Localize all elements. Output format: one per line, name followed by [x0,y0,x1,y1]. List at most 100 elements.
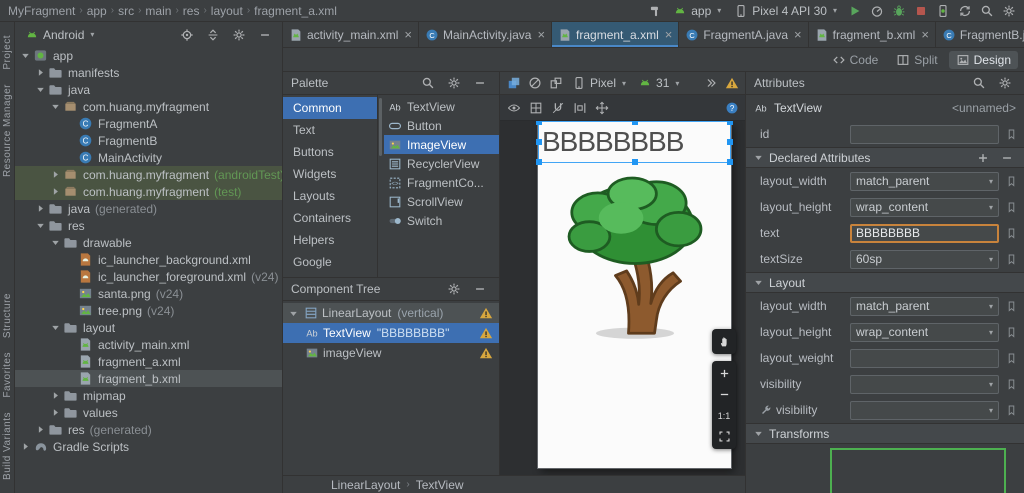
pick-resource-icon[interactable] [1005,175,1018,188]
search-everywhere-button[interactable] [977,2,996,20]
palette-scrollbar[interactable] [379,98,382,156]
palette-category-containers[interactable]: Containers [283,207,377,229]
project-tree-item[interactable]: tree.png (v24) [15,302,282,319]
chevron-right-icon[interactable] [49,389,62,402]
chevron-down-icon[interactable] [49,236,62,249]
component-tree-item-imageview[interactable]: imageView [283,343,499,363]
attribute-field-textsize[interactable]: 60sp ▾ [850,249,999,269]
build-button[interactable] [646,2,665,20]
palette-item-fragmentco[interactable]: <> FragmentCo... [384,173,499,192]
editor-tab-fragment-a-xml[interactable]: fragment_a.xml × [552,22,680,47]
palette-category-common[interactable]: Common [283,97,377,119]
chevron-down-icon[interactable] [19,49,32,62]
device-screen[interactable]: BBBBBBBB [536,121,733,468]
editor-breadcrumb-textview[interactable]: TextView [416,478,464,492]
project-tree-item[interactable]: santa.png (v24) [15,285,282,302]
attributes-search-button[interactable] [969,74,988,92]
section-header-declared-attributes[interactable]: Declared Attributes [746,147,1024,168]
close-tab-icon[interactable]: × [404,28,412,41]
palette-category-helpers[interactable]: Helpers [283,229,377,251]
palette-item-button[interactable]: Button [384,116,499,135]
chevron-right-icon[interactable] [34,202,47,215]
palette-category-google[interactable]: Google [283,251,377,273]
sync-project-button[interactable] [955,2,974,20]
selection-handle-se[interactable] [727,159,733,165]
breadcrumb-item[interactable]: res [181,4,202,18]
component-tree-options-button[interactable] [444,280,463,298]
run-config-selector[interactable]: app ▾ [668,1,726,20]
tool-window-button-build-variants[interactable]: Build Variants [2,412,13,480]
attribute-field-layout-weight[interactable] [850,348,999,368]
chevron-down-icon[interactable] [287,307,300,320]
view-mode-code[interactable]: Code [825,51,886,69]
project-tree-item[interactable]: C MainActivity [15,149,282,166]
palette-options-button[interactable] [444,74,463,92]
project-tree-item[interactable]: activity_main.xml [15,336,282,353]
attribute-field-layout-width[interactable]: match_parent ▾ [850,296,999,316]
canvas-imageview-tree[interactable] [556,173,714,341]
breadcrumb-item[interactable]: fragment_a.xml [252,4,339,18]
palette-category-layouts[interactable]: Layouts [283,185,377,207]
editor-tab-fragment-b-xml[interactable]: fragment_b.xml × [809,22,936,47]
editor-tab-activity-main-xml[interactable]: activity_main.xml × [283,22,419,47]
project-tree-item[interactable]: layout [15,319,282,336]
editor-tab-mainactivity-java[interactable]: C MainActivity.java × [419,22,553,47]
close-tab-icon[interactable]: × [921,28,929,41]
breadcrumb-item[interactable]: app [85,4,109,18]
chevron-right-icon[interactable] [49,185,62,198]
toolbar-overflow-button[interactable] [701,74,720,92]
design-mode-button[interactable] [504,74,523,92]
project-tree-item[interactable]: com.huang.myfragment (androidTest) [15,166,282,183]
stop-button[interactable] [911,2,930,20]
section-header-transforms[interactable]: Transforms [746,423,1024,444]
hide-project-panel-button[interactable] [255,26,274,44]
tool-window-button-favorites[interactable]: Favorites [2,352,13,398]
component-tree-item-textview[interactable]: Ab TextView "BBBBBBBB" [283,323,499,343]
project-tree-item[interactable]: ic_launcher_foreground.xml (v24) [15,268,282,285]
project-tree-item[interactable]: com.huang.myfragment [15,98,282,115]
breadcrumb-item[interactable]: src [116,4,136,18]
tool-window-button-structure[interactable]: Structure [2,293,13,338]
attribute-field-layout-height[interactable]: wrap_content ▾ [850,197,999,217]
component-tree-minimize-button[interactable] [470,280,489,298]
zoom-in-button[interactable] [714,365,734,382]
locate-file-button[interactable] [177,26,196,44]
zoom-out-button[interactable] [714,386,734,403]
project-tree-item[interactable]: fragment_a.xml [15,353,282,370]
project-tree-item[interactable]: drawable [15,234,282,251]
selection-handle-s[interactable] [631,159,638,165]
help-button[interactable]: ? [722,99,741,117]
project-options-button[interactable] [229,26,248,44]
component-tree-item-linearlayout[interactable]: LinearLayout (vertical) [283,303,499,323]
breadcrumb-item[interactable]: MyFragment [6,4,77,18]
orientation-button[interactable] [546,74,565,92]
remove-attribute-button[interactable] [1000,151,1014,165]
palette-item-recyclerview[interactable]: RecyclerView [384,154,499,173]
project-tree-item[interactable]: manifests [15,64,282,81]
device-manager-button[interactable] [933,2,952,20]
pan-mode-button[interactable] [592,99,611,117]
pick-resource-icon[interactable] [1005,253,1018,266]
chevron-down-icon[interactable] [49,321,62,334]
chevron-down-icon[interactable] [49,100,62,113]
attribute-field-visibility[interactable]: ▾ [850,400,999,420]
project-tree-item[interactable]: res [15,217,282,234]
project-tree-item[interactable]: values [15,404,282,421]
debug-button[interactable] [889,2,908,20]
selection-handle-e[interactable] [727,139,733,145]
project-tree-item[interactable]: com.huang.myfragment (test) [15,183,282,200]
add-attribute-button[interactable] [976,151,990,165]
project-tree-item[interactable]: C FragmentB [15,132,282,149]
project-tree-item[interactable]: fragment_b.xml [15,370,282,387]
selection-handle-w[interactable] [536,139,542,145]
autoconnect-button[interactable] [548,99,567,117]
view-mode-split[interactable]: Split [889,51,944,69]
selection-handle-n[interactable] [631,121,638,125]
selection-handle-nw[interactable] [536,121,542,125]
zoom-fit-button[interactable] [714,428,734,445]
canvas-textview[interactable]: BBBBBBBB [536,121,733,165]
attributes-options-button[interactable] [995,74,1014,92]
project-view-selector[interactable]: Android ▾ [21,26,98,44]
section-header-layout[interactable]: Layout [746,272,1024,293]
project-tree-item[interactable]: java (generated) [15,200,282,217]
